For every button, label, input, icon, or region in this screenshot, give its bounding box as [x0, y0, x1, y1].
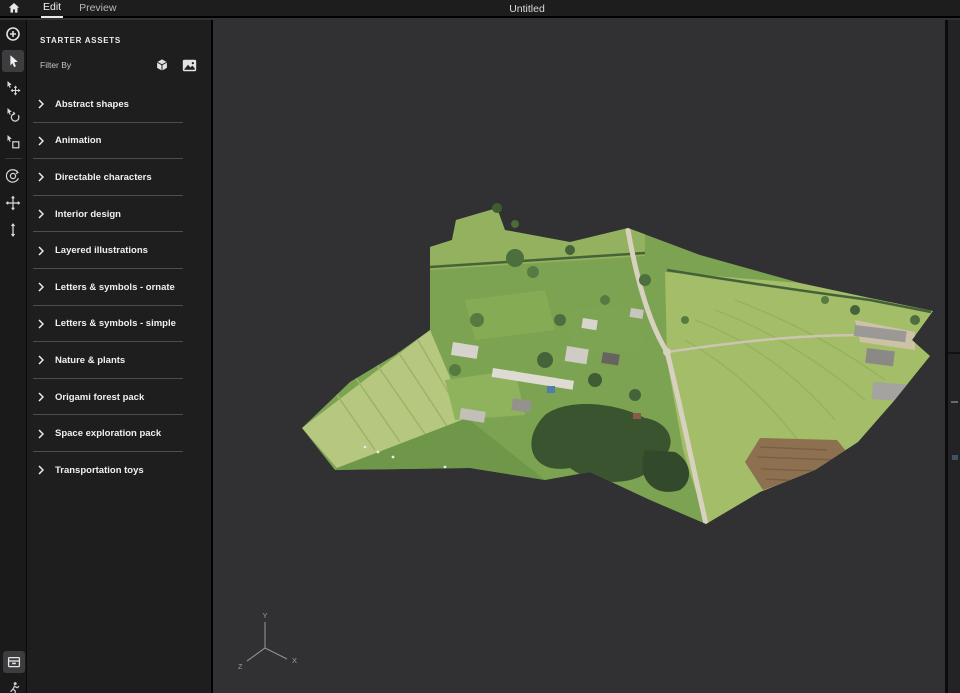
right-strip-mark: [952, 455, 958, 460]
category-transportation-toys[interactable]: Transportation toys: [27, 452, 211, 489]
chevron-right-icon: [38, 429, 44, 439]
add-asset-icon[interactable]: [2, 23, 24, 45]
home-icon[interactable]: [0, 0, 27, 17]
behaviors-icon[interactable]: [3, 678, 25, 693]
select-tool-icon[interactable]: [2, 50, 24, 72]
filter-by-label: Filter By: [40, 60, 155, 70]
axis-z-label: Z: [238, 662, 243, 671]
chevron-right-icon: [38, 465, 44, 475]
move-tool-icon[interactable]: [2, 77, 24, 99]
category-letters-symbols-simple[interactable]: Letters & symbols - simple: [27, 306, 211, 343]
chevron-right-icon: [38, 355, 44, 365]
scene-3d-model[interactable]: [302, 203, 933, 524]
category-interior-design[interactable]: Interior design: [27, 196, 211, 233]
dolly-camera-icon[interactable]: [2, 219, 24, 241]
chevron-right-icon: [38, 172, 44, 182]
chevron-right-icon: [38, 282, 44, 292]
pan-camera-icon[interactable]: [2, 192, 24, 214]
starter-assets-toggle-icon[interactable]: [3, 651, 25, 673]
image-filter-icon[interactable]: [182, 59, 197, 72]
scale-tool-icon[interactable]: [2, 131, 24, 153]
app-window: Edit Preview Untitled: [0, 0, 960, 693]
category-directable-characters[interactable]: Directable characters: [27, 159, 211, 196]
category-origami-forest-pack[interactable]: Origami forest pack: [27, 379, 211, 416]
right-strip-divider: [948, 352, 960, 354]
category-list: Abstract shapes Animation Directable cha…: [27, 86, 211, 489]
axis-gizmo: Y X Z: [238, 611, 297, 671]
right-strip-mark: [951, 401, 958, 403]
starter-assets-panel: STARTER ASSETS Filter By: [27, 20, 213, 693]
category-nature-plants[interactable]: Nature & plants: [27, 342, 211, 379]
category-animation[interactable]: Animation: [27, 123, 211, 160]
panel-title: STARTER ASSETS: [27, 20, 211, 45]
orbit-camera-icon[interactable]: [2, 165, 24, 187]
chevron-right-icon: [38, 246, 44, 256]
axis-y-label: Y: [262, 611, 267, 620]
category-space-exploration-pack[interactable]: Space exploration pack: [27, 415, 211, 452]
chevron-right-icon: [38, 319, 44, 329]
category-layered-illustrations[interactable]: Layered illustrations: [27, 232, 211, 269]
chevron-right-icon: [38, 99, 44, 109]
axis-x-label: X: [292, 656, 297, 665]
right-panel-strip[interactable]: [945, 20, 960, 693]
filter-row: Filter By: [27, 45, 211, 78]
category-letters-symbols-ornate[interactable]: Letters & symbols - ornate: [27, 269, 211, 306]
chevron-right-icon: [38, 392, 44, 402]
3d-object-filter-icon[interactable]: [155, 58, 169, 72]
tab-edit[interactable]: Edit: [41, 0, 63, 18]
chevron-right-icon: [38, 209, 44, 219]
category-abstract-shapes[interactable]: Abstract shapes: [27, 86, 211, 123]
chevron-right-icon: [38, 136, 44, 146]
document-title: Untitled: [509, 0, 545, 18]
tab-preview[interactable]: Preview: [77, 0, 118, 17]
top-bar: Edit Preview Untitled: [0, 0, 960, 18]
rotate-tool-icon[interactable]: [2, 104, 24, 126]
tool-bar: [0, 20, 27, 693]
toolbar-separator: [5, 158, 22, 159]
3d-viewport[interactable]: Y X Z: [215, 20, 945, 693]
